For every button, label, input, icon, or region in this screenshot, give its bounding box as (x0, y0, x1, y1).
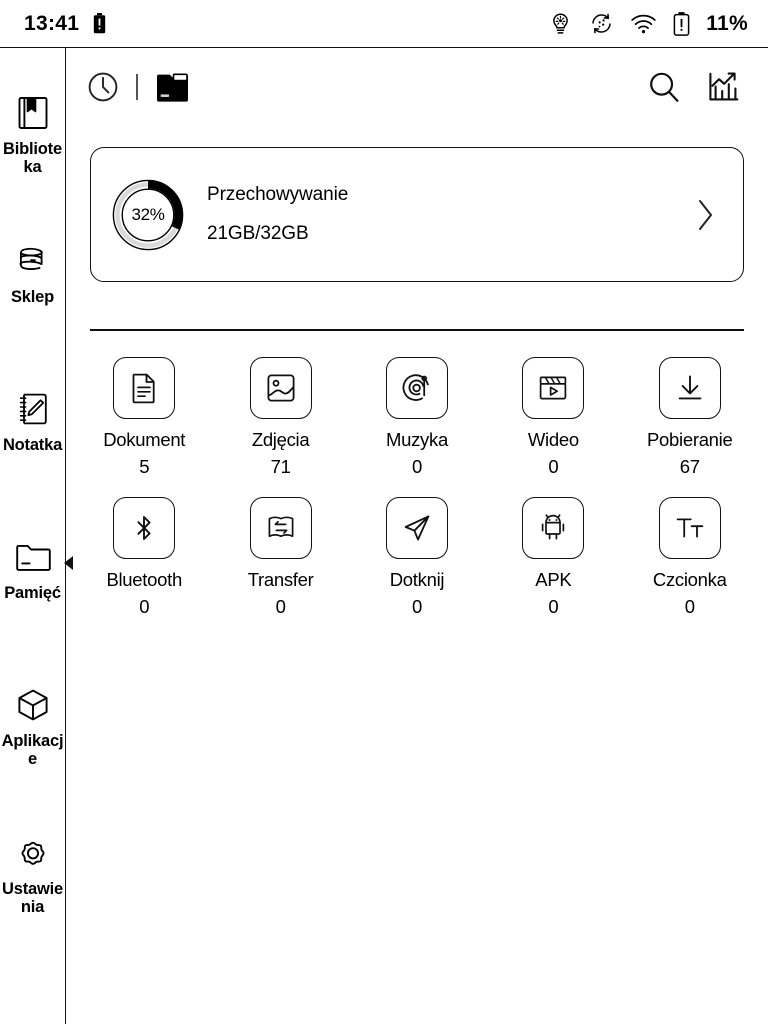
folder-filled-icon[interactable] (154, 69, 192, 105)
android-apk-icon (522, 497, 585, 559)
toolbar-left-group (86, 69, 192, 105)
image-icon (249, 357, 312, 419)
eink-file-manager-screen: 13:41 11% Biblioteka Sklep Notatka Pamię… (0, 0, 768, 1024)
category-label: APK (535, 569, 572, 590)
category-item-dokument[interactable]: Dokument 5 (76, 351, 212, 491)
sidebar-item-label: Aplikacje (1, 732, 64, 769)
search-icon[interactable] (646, 69, 682, 105)
category-count: 0 (411, 456, 422, 478)
storage-analytics-chart-icon[interactable] (706, 69, 742, 105)
category-count: 0 (411, 596, 422, 618)
category-label: Dokument (103, 429, 186, 450)
sidebar-item-label: Ustawienia (2, 880, 63, 917)
storage-summary-card[interactable]: 32% Przechowywanie 21GB/32GB (90, 147, 744, 282)
storage-text-group: Przechowywanie 21GB/32GB (207, 184, 348, 245)
store-books-icon (14, 242, 52, 280)
toolbar-right-group (646, 69, 742, 105)
battery-percentage: 11% (706, 11, 748, 35)
category-count: 0 (684, 596, 695, 618)
category-item-pobieranie[interactable]: Pobieranie 67 (622, 351, 758, 491)
category-label: Wideo (527, 429, 579, 450)
screen-refresh-icon[interactable] (589, 11, 614, 36)
category-count: 0 (139, 596, 150, 618)
download-icon (658, 357, 721, 419)
storage-title: Przechowywanie (207, 184, 349, 205)
battery-warning-icon[interactable] (673, 11, 690, 37)
category-label: Czcionka (652, 569, 727, 590)
clock-time: 13:41 (24, 11, 80, 35)
status-bar-left: 13:41 (24, 12, 106, 36)
notebook-pen-icon (14, 390, 52, 428)
library-book-icon (14, 94, 52, 132)
apps-cube-icon (14, 686, 52, 724)
category-item-transfer[interactable]: Transfer 0 (212, 491, 348, 631)
storage-usage: 21GB/32GB (207, 223, 309, 244)
sidebar-item-notatka[interactable]: Notatka (0, 374, 66, 522)
clock-recent-icon[interactable] (86, 70, 120, 104)
frontlight-bulb-icon[interactable] (548, 11, 573, 37)
category-count: 67 (679, 456, 700, 478)
storage-donut-chart: 32% (111, 178, 185, 252)
video-clapperboard-icon (522, 357, 585, 419)
sidebar-item-label: Notatka (2, 436, 63, 454)
storage-folder-icon (14, 538, 52, 576)
sidebar-item-label: Biblioteka (3, 140, 62, 177)
sidebar-item-pamiec[interactable]: Pamięć (0, 522, 73, 670)
sidebar-item-ustawienia[interactable]: Ustawienia (0, 818, 66, 966)
storage-percent-label: 32% (131, 204, 165, 224)
chevron-right-icon[interactable] (693, 195, 717, 235)
font-tt-icon (658, 497, 721, 559)
wifi-icon[interactable] (630, 13, 657, 34)
category-label: Transfer (247, 569, 314, 590)
document-icon (113, 357, 176, 419)
status-bar: 13:41 11% (0, 0, 768, 48)
music-vinyl-icon (385, 357, 448, 419)
sidebar-item-label: Pamięć (4, 584, 61, 602)
category-label: Bluetooth (106, 569, 182, 590)
category-count: 71 (270, 456, 291, 478)
sidebar-item-label: Sklep (10, 288, 55, 306)
category-count: 5 (139, 456, 150, 478)
category-label: Muzyka (386, 429, 448, 450)
category-count: 0 (548, 596, 559, 618)
sidebar-item-biblioteka[interactable]: Biblioteka (0, 78, 66, 226)
category-item-zdjecia[interactable]: Zdjęcia 71 (212, 351, 348, 491)
sidebar-item-sklep[interactable]: Sklep (0, 226, 66, 374)
category-item-bluetooth[interactable]: Bluetooth 0 (76, 491, 212, 631)
send-plane-icon (385, 497, 448, 559)
section-divider (90, 329, 744, 331)
category-label: Dotknij (389, 569, 445, 590)
toolbar-divider (136, 74, 138, 100)
category-count: 0 (548, 456, 559, 478)
content-toolbar (66, 48, 768, 126)
category-item-apk[interactable]: APK 0 (485, 491, 621, 631)
category-label: Zdjęcia (251, 429, 310, 450)
transfer-book-icon (249, 497, 312, 559)
category-item-dotknij[interactable]: Dotknij 0 (349, 491, 485, 631)
bluetooth-icon (113, 497, 176, 559)
category-grid: Dokument 5 Zdjęcia 71 Muzyka 0 Wideo 0 P… (76, 351, 758, 631)
category-item-muzyka[interactable]: Muzyka 0 (349, 351, 485, 491)
status-bar-right: 11% (548, 11, 748, 37)
category-count: 0 (275, 596, 286, 618)
category-label: Pobieranie (647, 429, 733, 450)
category-item-czcionka[interactable]: Czcionka 0 (622, 491, 758, 631)
settings-gear-icon (14, 834, 52, 872)
sidebar: Biblioteka Sklep Notatka Pamięć Aplikacj… (0, 48, 73, 1024)
battery-low-icon (93, 13, 106, 34)
main-content: 32% Przechowywanie 21GB/32GB Dokument 5 … (66, 48, 768, 1024)
sidebar-item-aplikacje[interactable]: Aplikacje (0, 670, 66, 818)
category-item-wideo[interactable]: Wideo 0 (485, 351, 621, 491)
